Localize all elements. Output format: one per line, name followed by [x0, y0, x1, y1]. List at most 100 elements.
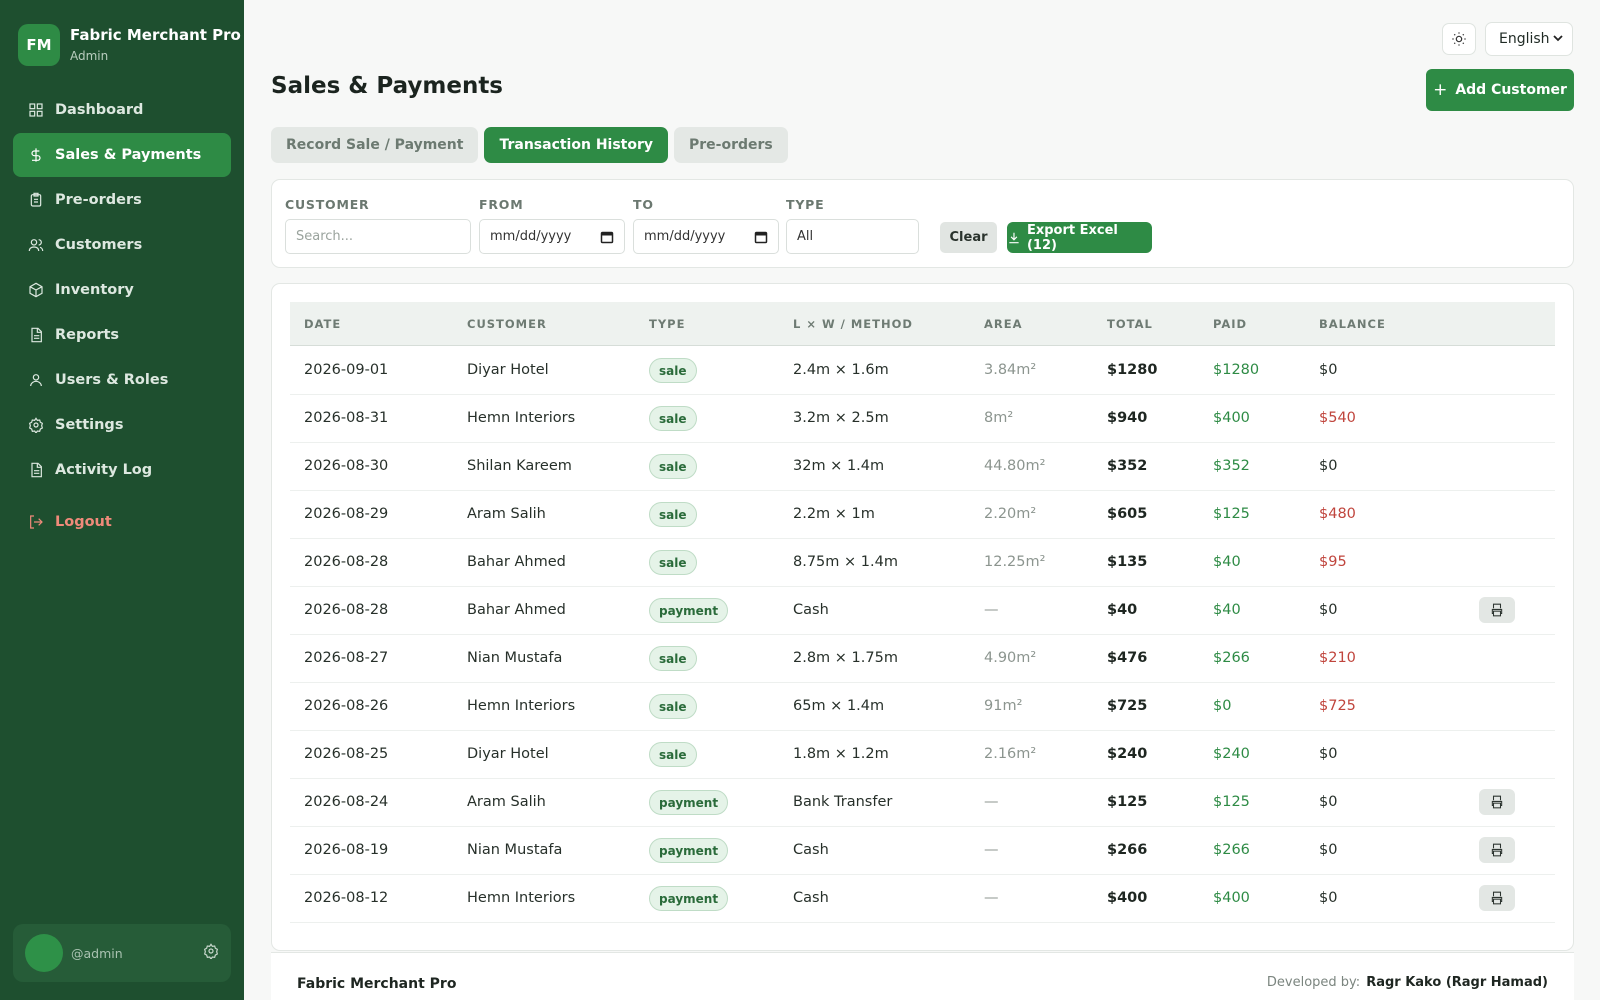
customer-search-input[interactable]: Search...: [285, 219, 471, 254]
table-row: 2026-08-26 Hemn Interiors sale 65m × 1.4m 91…: [290, 682, 1555, 731]
cell-total: $400: [1107, 890, 1148, 906]
type-badge: sale: [649, 694, 697, 719]
cell-area: 8m²: [984, 410, 1014, 426]
cell-area: 12.25m²: [984, 554, 1046, 570]
sidebar-item-reports[interactable]: Reports: [13, 313, 231, 357]
sidebar-item-sales-and-payments[interactable]: Sales & Payments: [13, 133, 231, 177]
from-date-input[interactable]: mm/dd/yyyy: [479, 219, 625, 254]
cell-customer: Hemn Interiors: [467, 890, 576, 906]
print-receipt-button[interactable]: [1479, 789, 1515, 815]
sidebar-item-dashboard[interactable]: Dashboard: [13, 88, 231, 132]
cell-paid: $0: [1213, 698, 1232, 714]
table-row: 2026-08-12 Hemn Interiors payment Cash — $400…: [290, 874, 1555, 923]
table-row: 2026-08-30 Shilan Kareem sale 32m × 1.4m 44.…: [290, 442, 1555, 491]
cell-customer: Shilan Kareem: [467, 458, 572, 474]
cell-customer: Bahar Ahmed: [467, 554, 566, 570]
cell-date: 2026-08-25: [304, 746, 389, 762]
theme-toggle-button[interactable]: [1442, 23, 1476, 55]
column-header-paid: PAID: [1213, 317, 1248, 331]
language-select[interactable]: English: [1485, 22, 1573, 56]
cell-total: $725: [1107, 698, 1148, 714]
cell-date: 2026-08-28: [304, 602, 389, 618]
sidebar-item-pre-orders[interactable]: Pre-orders: [13, 178, 231, 222]
cell-paid: $266: [1213, 842, 1250, 858]
main-content: English Sales & Payments + Add Customer …: [244, 0, 1600, 1000]
cell-total: $605: [1107, 506, 1148, 522]
type-select[interactable]: All: [786, 219, 919, 254]
table-row: 2026-08-29 Aram Salih sale 2.2m × 1m 2.20m² $…: [290, 490, 1555, 539]
add-customer-label: Add Customer: [1455, 82, 1567, 98]
table-row: 2026-08-28 Bahar Ahmed payment Cash — $40 $40 $…: [290, 586, 1555, 635]
sidebar-item-users-and-roles[interactable]: Users & Roles: [13, 358, 231, 402]
gear-icon[interactable]: [203, 943, 219, 963]
print-receipt-button[interactable]: [1479, 837, 1515, 863]
cell-balance: $725: [1319, 698, 1356, 714]
cell-date: 2026-08-27: [304, 650, 389, 666]
column-header-date: DATE: [304, 317, 342, 331]
dashboard-icon: [27, 101, 45, 119]
tab-record-sale-payment[interactable]: Record Sale / Payment: [271, 127, 479, 163]
dollar-icon: [27, 146, 45, 164]
cell-method: 8.75m × 1.4m: [793, 554, 898, 570]
to-filter-label: TO: [633, 197, 654, 212]
calendar-icon[interactable]: [754, 230, 768, 244]
sun-icon: [1452, 32, 1466, 46]
transactions-table: DATE CUSTOMER TYPE L × W / METHOD AREA TOTAL P…: [271, 283, 1574, 951]
to-date-value: mm/dd/yyyy: [644, 229, 726, 244]
tab-transaction-history[interactable]: Transaction History: [484, 127, 669, 163]
printer-icon: [1491, 891, 1503, 905]
table-row: 2026-08-27 Nian Mustafa sale 2.8m × 1.75m 4.…: [290, 634, 1555, 683]
sidebar-item-activity-log[interactable]: Activity Log: [13, 448, 231, 492]
table-row: 2026-09-01 Diyar Hotel sale 2.4m × 1.6m 3.84…: [290, 346, 1555, 395]
cell-method: 65m × 1.4m: [793, 698, 885, 714]
export-excel-label: Export Excel (12): [1026, 222, 1118, 253]
chevron-down-icon: [1553, 35, 1563, 42]
cell-area: 3.84m²: [984, 362, 1037, 378]
brand-logo: FM: [18, 24, 60, 66]
clear-filters-button[interactable]: Clear: [940, 222, 997, 253]
cell-total: $40: [1107, 602, 1138, 618]
logout-button[interactable]: Logout: [13, 500, 231, 544]
sidebar-item-settings[interactable]: Settings: [13, 403, 231, 447]
brand: FM Fabric Merchant Pro Admin: [18, 24, 241, 66]
export-excel-button[interactable]: Export Excel (12): [1007, 222, 1152, 253]
calendar-icon[interactable]: [600, 230, 614, 244]
cell-balance: $480: [1319, 506, 1356, 522]
cell-method: 2.2m × 1m: [793, 506, 875, 522]
cell-customer: Hemn Interiors: [467, 698, 576, 714]
type-badge: sale: [649, 358, 697, 383]
cell-area: —: [984, 794, 999, 810]
to-date-input[interactable]: mm/dd/yyyy: [633, 219, 779, 254]
cell-total: $240: [1107, 746, 1148, 762]
cell-date: 2026-09-01: [304, 362, 389, 378]
sidebar: FM Fabric Merchant Pro Admin Dashboard Sa…: [0, 0, 244, 1000]
cell-method: 3.2m × 2.5m: [793, 410, 889, 426]
print-receipt-button[interactable]: [1479, 885, 1515, 911]
footer: Fabric Merchant Pro Developed by: Ragr Ka…: [271, 952, 1574, 1000]
logout-icon: [27, 513, 45, 531]
add-customer-button[interactable]: + Add Customer: [1426, 69, 1574, 111]
cell-date: 2026-08-29: [304, 506, 389, 522]
document-icon: [27, 461, 45, 479]
sidebar-nav: Dashboard Sales & Payments Pre-orders Custo…: [13, 88, 231, 545]
cell-method: Cash: [793, 842, 829, 858]
table-row: 2026-08-19 Nian Mustafa payment Cash — $266 $2…: [290, 826, 1555, 875]
cell-paid: $40: [1213, 602, 1241, 618]
cell-method: Cash: [793, 602, 829, 618]
type-badge: sale: [649, 502, 697, 527]
cell-method: Cash: [793, 890, 829, 906]
cell-customer: Hemn Interiors: [467, 410, 576, 426]
cell-balance: $540: [1319, 410, 1356, 426]
sidebar-item-inventory[interactable]: Inventory: [13, 268, 231, 312]
table-row: 2026-08-28 Bahar Ahmed sale 8.75m × 1.4m 12.…: [290, 538, 1555, 587]
cell-paid: $266: [1213, 650, 1250, 666]
sidebar-item-label: Pre-orders: [55, 192, 142, 208]
cell-area: 91m²: [984, 698, 1023, 714]
cell-date: 2026-08-30: [304, 458, 389, 474]
sidebar-item-customers[interactable]: Customers: [13, 223, 231, 267]
user-box[interactable]: @admin: [13, 924, 231, 982]
language-value: English: [1499, 31, 1550, 47]
type-badge: sale: [649, 742, 697, 767]
tab-pre-orders[interactable]: Pre-orders: [674, 127, 788, 163]
print-receipt-button[interactable]: [1479, 597, 1515, 623]
